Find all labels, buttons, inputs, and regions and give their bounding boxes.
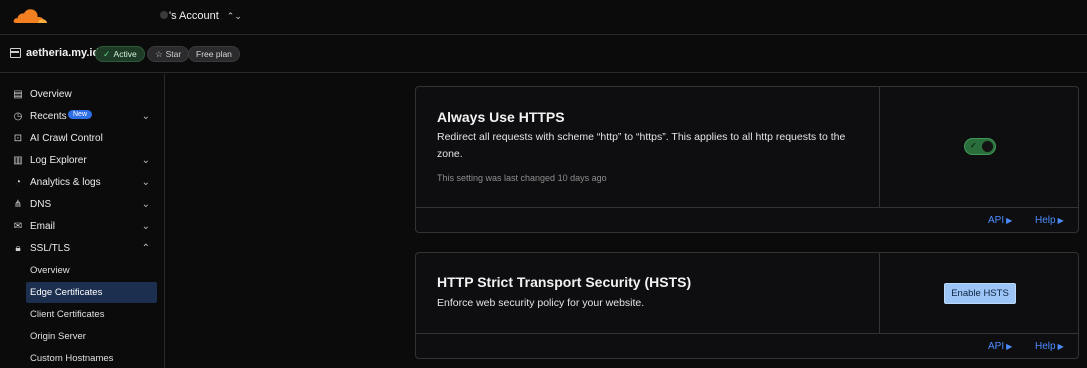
sidebar-item-analytics-logs[interactable]: ◔ Analytics & logs ⌄ [0, 171, 164, 193]
window-icon [10, 48, 21, 58]
help-label: Help [1035, 215, 1056, 226]
chart-icon: ◔ [14, 176, 22, 188]
card-description: Enforce web security policy for your web… [437, 297, 645, 309]
chevron-down-icon[interactable]: ⌄ [142, 155, 150, 166]
chevron-down-icon[interactable]: ⌄ [142, 221, 150, 232]
sidebar-item-recents[interactable]: ◷ Recents New ⌄ [0, 105, 164, 127]
sidebar-subitem-overview[interactable]: Overview [26, 260, 157, 281]
api-label: API [988, 341, 1005, 352]
sidebar-subitem-client-certificates[interactable]: Client Certificates [26, 304, 157, 325]
sidebar-item-label: Log Explorer [30, 154, 87, 166]
enable-hsts-button[interactable]: Enable HSTS [944, 283, 1016, 304]
help-label: Help [1035, 341, 1056, 352]
caret-right-icon: ▶ [1006, 216, 1013, 225]
caret-right-icon: ▶ [1006, 342, 1013, 351]
sidebar: ▤ Overview ◷ Recents New ⌄ ⊡ AI Crawl Co… [0, 74, 165, 368]
sidebar-item-label: Analytics & logs [30, 176, 101, 188]
zone-bar: aetheria.my.id ✓ Active ☆ Star Free plan [0, 35, 1087, 73]
sidebar-item-label: DNS [30, 198, 52, 210]
chevron-up-down-icon: ⌃⌄ [226, 10, 242, 21]
sidebar-subitem-label: Client Certificates [30, 309, 105, 320]
new-badge: New [68, 110, 93, 119]
card-footer: API ▶ Help ▶ [416, 207, 1078, 233]
always-use-https-card: Always Use HTTPS Redirect all requests w… [415, 86, 1079, 233]
star-icon: ☆ [155, 48, 163, 59]
caret-right-icon: ▶ [1057, 216, 1064, 225]
top-bar: 's Account ⌃⌄ [0, 0, 1087, 35]
sidebar-subitem-edge-certificates[interactable]: Edge Certificates [26, 282, 157, 303]
clock-icon: ◷ [13, 110, 23, 122]
sidebar-item-ai-crawl-control[interactable]: ⊡ AI Crawl Control [0, 127, 164, 149]
sidebar-item-label: Overview [30, 88, 72, 100]
status-badge: ✓ Active [95, 46, 145, 62]
chevron-down-icon[interactable]: ⌄ [142, 177, 150, 188]
check-icon: ✓ [970, 141, 977, 150]
star-button[interactable]: ☆ Star [147, 46, 190, 62]
sidebar-subitem-label: Edge Certificates [30, 287, 103, 298]
sidebar-subitem-custom-hostnames[interactable]: Custom Hostnames [26, 348, 157, 368]
api-link[interactable]: API ▶ [988, 215, 1012, 226]
sidebar-subitem-origin-server[interactable]: Origin Server [26, 326, 157, 347]
sidebar-item-overview[interactable]: ▤ Overview [0, 83, 164, 105]
chevron-down-icon[interactable]: ⌄ [142, 199, 150, 210]
sidebar-item-dns[interactable]: ⋔ DNS ⌄ [0, 193, 164, 215]
sidebar-item-email[interactable]: ✉ Email ⌄ [0, 215, 164, 237]
card-content: Always Use HTTPS Redirect all requests w… [416, 87, 880, 207]
plan-badge[interactable]: Free plan [188, 46, 240, 62]
sidebar-item-label: AI Crawl Control [30, 132, 103, 144]
sidebar-item-label: Recents [30, 110, 67, 122]
account-label: 's Account [169, 10, 219, 22]
last-changed-text: This setting was last changed 10 days ag… [437, 173, 607, 183]
redacted-name [160, 11, 168, 19]
card-title: Always Use HTTPS [437, 109, 565, 125]
cloudflare-logo[interactable] [12, 7, 48, 25]
api-link[interactable]: API ▶ [988, 341, 1012, 352]
clipboard-icon: ▤ [13, 88, 23, 100]
robot-icon: ⊡ [13, 132, 23, 144]
toggle-knob [982, 141, 993, 152]
plan-label: Free plan [196, 49, 232, 59]
zone-name[interactable]: aetheria.my.id [26, 47, 99, 59]
card-description: Redirect all requests with scheme “http”… [437, 131, 846, 160]
api-label: API [988, 215, 1005, 226]
help-link[interactable]: Help ▶ [1035, 215, 1064, 226]
card-title: HTTP Strict Transport Security (HSTS) [437, 274, 692, 290]
chevron-down-icon[interactable]: ⌄ [142, 111, 150, 122]
sidebar-subitem-label: Origin Server [30, 331, 86, 342]
log-icon: ▥ [13, 154, 23, 166]
star-label: Star [165, 49, 182, 59]
help-link[interactable]: Help ▶ [1035, 341, 1064, 352]
mail-icon: ✉ [13, 220, 23, 232]
card-footer: API ▶ Help ▶ [416, 333, 1078, 359]
check-icon: ✓ [103, 48, 111, 59]
sidebar-item-label: Email [30, 220, 56, 232]
hsts-card: HTTP Strict Transport Security (HSTS) En… [415, 252, 1079, 359]
sidebar-subitem-label: Overview [30, 265, 70, 276]
sidebar-subitem-label: Custom Hostnames [30, 353, 114, 364]
always-use-https-toggle[interactable]: ✓ [964, 138, 996, 155]
status-label: Active [113, 49, 137, 59]
sidebar-item-ssl-tls[interactable]: 🔒︎ SSL/TLS ⌃ [0, 237, 164, 259]
network-icon: ⋔ [13, 198, 23, 210]
card-content: HTTP Strict Transport Security (HSTS) En… [416, 253, 880, 333]
sidebar-item-log-explorer[interactable]: ▥ Log Explorer ⌄ [0, 149, 164, 171]
chevron-up-icon[interactable]: ⌃ [142, 243, 150, 254]
lock-icon: 🔒︎ [15, 242, 21, 254]
sidebar-item-label: SSL/TLS [30, 242, 71, 254]
caret-right-icon: ▶ [1057, 342, 1064, 351]
account-switcher[interactable]: 's Account ⌃⌄ [160, 10, 242, 22]
